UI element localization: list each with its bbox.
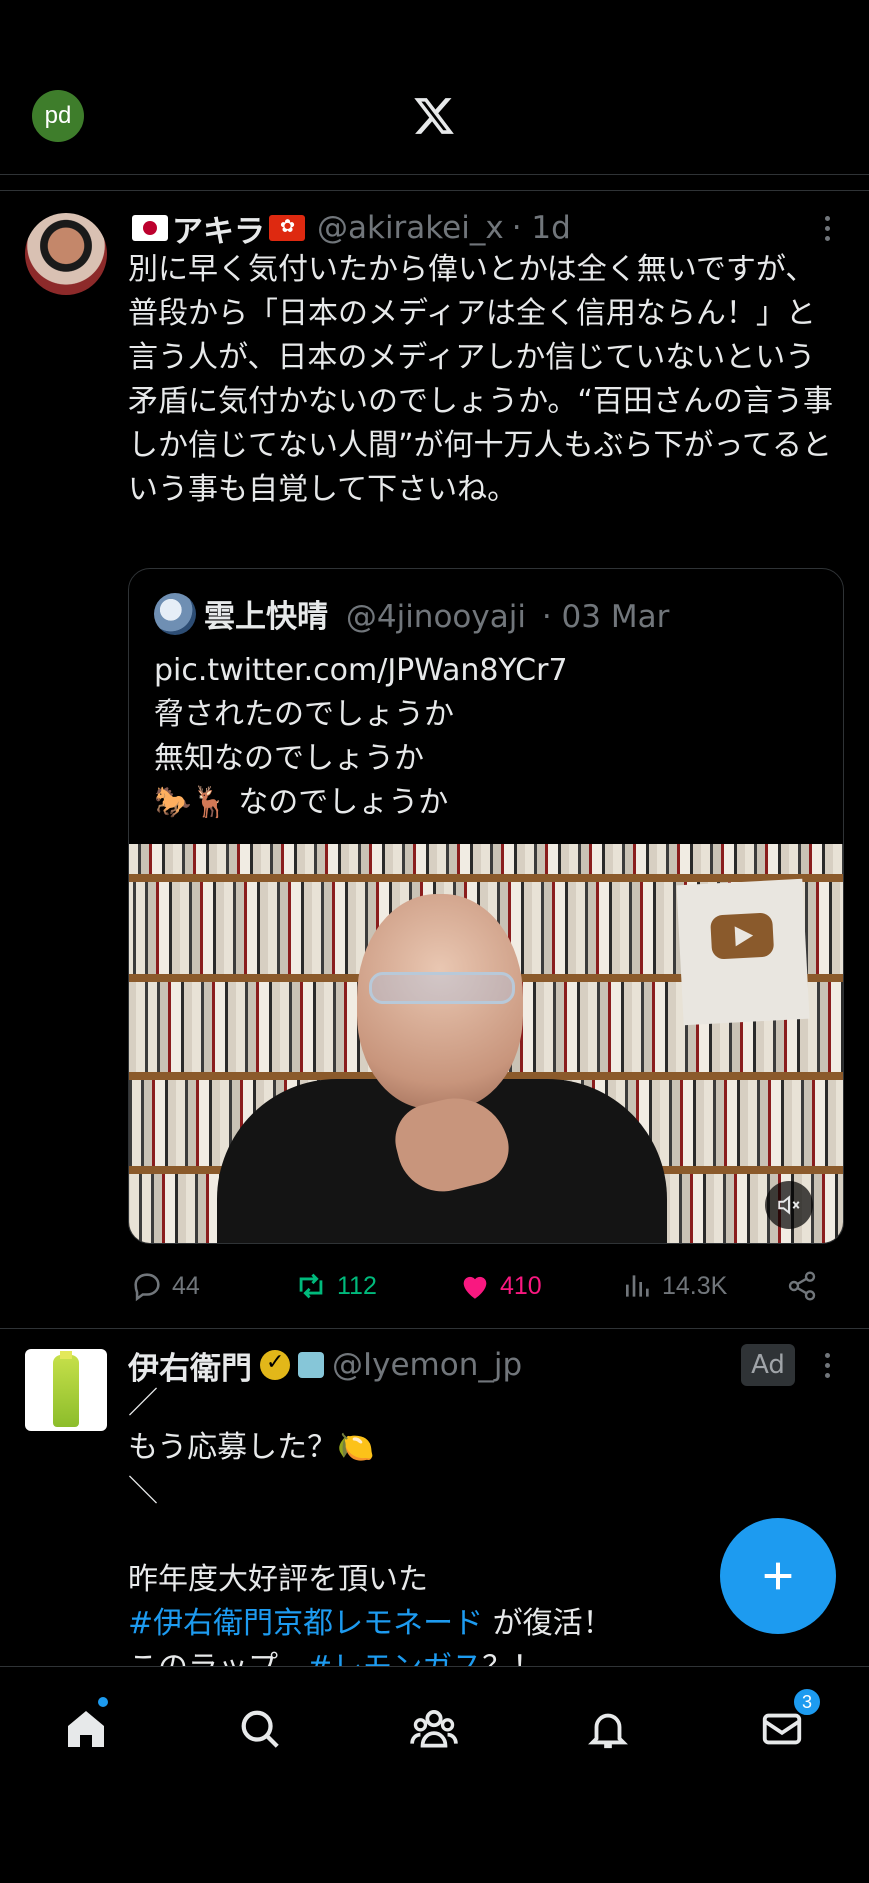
advertiser-handle[interactable]: @Iyemon_jp [332, 1347, 522, 1383]
verified-badge-icon [260, 1350, 290, 1380]
japan-flag-icon [132, 215, 168, 241]
search-icon [241, 1710, 279, 1748]
affiliate-badge-icon [298, 1352, 324, 1378]
like-count: 410 [500, 1271, 542, 1300]
reply-button[interactable]: 44 [130, 1266, 200, 1306]
heart-icon [463, 1276, 487, 1299]
reply-count: 44 [172, 1271, 200, 1300]
ad-text-line: が復活！ [483, 1606, 613, 1641]
divider [0, 190, 869, 191]
share-icon [788, 1271, 816, 1301]
home-icon [68, 1711, 104, 1747]
messages-badge: 3 [792, 1687, 822, 1717]
advertiser-name[interactable]: 伊右衛門 [128, 1343, 252, 1388]
nav-search[interactable] [230, 1699, 290, 1759]
bottom-navigation: 3 [0, 1666, 869, 1883]
author-name[interactable]: アキラ [172, 206, 265, 251]
author-avatar[interactable] [25, 213, 107, 295]
author-handle[interactable]: @akirakei_x [317, 210, 504, 246]
like-button[interactable]: 410 [458, 1266, 542, 1306]
ad-text-line: もう応募した？🍋 [128, 1430, 375, 1465]
ad-label: Ad [741, 1344, 795, 1386]
profile-avatar[interactable]: pd [32, 90, 84, 142]
quoted-tweet-time: · 03 Mar [541, 599, 670, 635]
divider [0, 1328, 869, 1329]
views-button[interactable]: 14.3K [622, 1266, 727, 1306]
more-options-icon[interactable] [812, 208, 842, 248]
mute-toggle-icon[interactable] [765, 1181, 813, 1229]
ad-text: ／ もう応募した？🍋 ＼ 昨年度大好評を頂いた #伊右衛門京都レモネード が復活… [128, 1382, 840, 1690]
nav-communities[interactable] [404, 1699, 464, 1759]
quoted-author-name: 雲上快晴 [204, 599, 328, 635]
analytics-icon [626, 1275, 649, 1297]
ad-header: 伊右衛門 @Iyemon_jp [128, 1343, 522, 1387]
retweet-count: 112 [337, 1271, 377, 1300]
nav-home[interactable] [56, 1699, 116, 1759]
glasses [369, 972, 515, 1004]
reply-icon [134, 1273, 160, 1302]
communities-icon [410, 1710, 458, 1748]
share-button[interactable] [786, 1266, 826, 1306]
retweet-icon [299, 1273, 323, 1299]
more-options-icon[interactable] [812, 1345, 842, 1385]
ad-text-line: ＼ [128, 1474, 158, 1509]
tweet-text: 別に早く気付いたから偉いとかは全く無いですが、普段から「日本のメディアは全く信用… [128, 252, 833, 507]
x-logo-icon[interactable] [411, 94, 457, 138]
quoted-tweet[interactable]: 雲上快晴 @4jinooyaji · 03 Mar pic.twitter.co… [128, 568, 844, 1244]
tweet-header: アキラ @akirakei_x · 1d [128, 206, 571, 250]
views-count: 14.3K [662, 1271, 728, 1300]
hashtag-link[interactable]: #伊右衛門京都レモネード [128, 1606, 483, 1641]
tweet-time[interactable]: · 1d [512, 210, 571, 246]
advertiser-avatar[interactable] [25, 1349, 107, 1431]
quoted-tweet-text: pic.twitter.com/JPWan8YCr7 脅されたのでしょうか 無知… [154, 653, 568, 820]
nav-notifications[interactable] [578, 1699, 638, 1759]
plus-icon [764, 1562, 792, 1590]
ad-text-line: ／ [128, 1386, 158, 1421]
compose-button[interactable] [720, 1518, 836, 1634]
quoted-author-handle: @4jinooyaji [345, 599, 526, 635]
quoted-tweet-header: 雲上快晴 @4jinooyaji · 03 Mar [204, 591, 669, 636]
quoted-author-avatar [154, 593, 196, 635]
play-button-plaque [676, 878, 810, 1026]
ad-text-line: 昨年度大好評を頂いた [128, 1562, 428, 1597]
retweet-button[interactable]: 112 [293, 1266, 377, 1306]
video-player[interactable] [129, 844, 843, 1243]
top-bar: pd [0, 0, 869, 175]
bell-icon [588, 1713, 628, 1749]
home-unread-dot [98, 1697, 108, 1707]
hong-kong-flag-icon [269, 215, 305, 241]
